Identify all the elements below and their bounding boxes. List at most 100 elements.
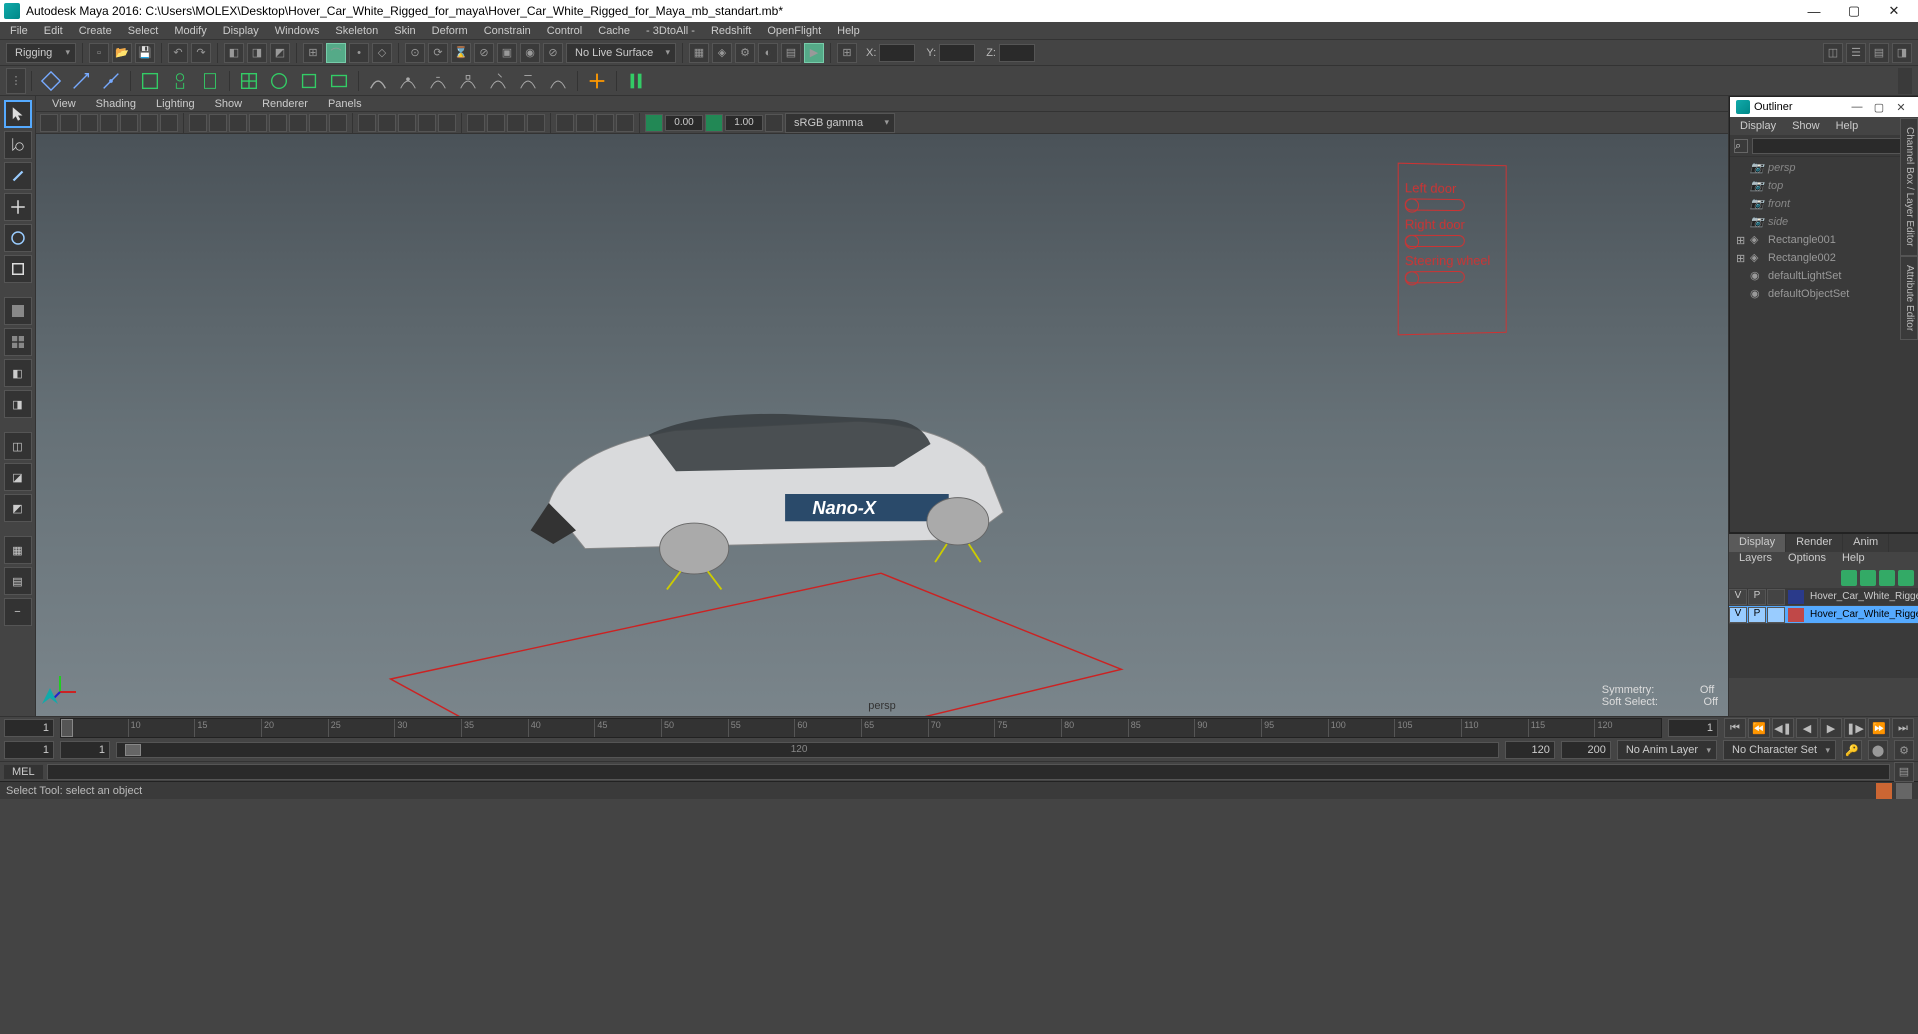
layer-menu-help[interactable]: Help xyxy=(1836,552,1871,568)
layer-moveup-icon[interactable] xyxy=(1841,570,1857,586)
skin-bind-icon[interactable] xyxy=(136,68,164,94)
history-off-icon[interactable]: ⊘ xyxy=(474,43,494,63)
hypershade-icon[interactable]: ◐ xyxy=(758,43,778,63)
paint-select-tool[interactable] xyxy=(4,162,32,190)
vmenu-show[interactable]: Show xyxy=(207,98,251,110)
vt-camera-icon[interactable] xyxy=(40,114,58,132)
render-view-icon[interactable]: ▤ xyxy=(781,43,801,63)
menu-deform[interactable]: Deform xyxy=(424,24,476,38)
shelf-scroll[interactable] xyxy=(1898,68,1912,94)
vt-gamma-icon[interactable] xyxy=(705,114,723,132)
vt-xray-icon[interactable] xyxy=(378,114,396,132)
coord-x-field[interactable] xyxy=(879,44,915,62)
vt-grid-icon[interactable] xyxy=(160,114,178,132)
layer-new-empty-icon[interactable] xyxy=(1879,570,1895,586)
menu-edit[interactable]: Edit xyxy=(36,24,71,38)
maximize-button[interactable]: ▢ xyxy=(1834,1,1874,21)
paint-weights-icon[interactable] xyxy=(196,68,224,94)
ik-spline-icon[interactable] xyxy=(97,68,125,94)
vt-filmgate-icon[interactable] xyxy=(100,114,118,132)
select-hierarchy-icon[interactable]: ◧ xyxy=(224,43,244,63)
layer-name[interactable]: Hover_Car_White_Rigged_C xyxy=(1806,609,1918,620)
panel-layout-icon[interactable]: ⊞ xyxy=(837,43,857,63)
layer-playback-toggle[interactable]: P xyxy=(1748,607,1766,623)
vt-aa-icon[interactable] xyxy=(329,114,347,132)
vt-misc9-icon[interactable] xyxy=(596,114,614,132)
vt-misc8-icon[interactable] xyxy=(576,114,594,132)
step-forward-button[interactable]: ❚▶ xyxy=(1844,718,1866,738)
vt-misc7-icon[interactable] xyxy=(556,114,574,132)
vt-misc4-icon[interactable] xyxy=(487,114,505,132)
vmenu-view[interactable]: View xyxy=(44,98,84,110)
modeling-toolkit-icon[interactable]: ◫ xyxy=(1823,43,1843,63)
layer-new-selected-icon[interactable] xyxy=(1898,570,1914,586)
layer-menu-options[interactable]: Options xyxy=(1782,552,1832,568)
vmenu-shading[interactable]: Shading xyxy=(88,98,144,110)
no-live-icon[interactable]: ⊘ xyxy=(543,43,563,63)
menu-display[interactable]: Display xyxy=(215,24,267,38)
menu-skin[interactable]: Skin xyxy=(386,24,423,38)
coord-y-field[interactable] xyxy=(939,44,975,62)
layer-tab-render[interactable]: Render xyxy=(1786,534,1843,552)
vt-bookmark-icon[interactable] xyxy=(60,114,78,132)
tool-settings-icon[interactable]: ◨ xyxy=(1892,43,1912,63)
save-scene-icon[interactable]: 💾 xyxy=(135,43,155,63)
vt-misc1-icon[interactable] xyxy=(418,114,436,132)
outliner-menu-help[interactable]: Help xyxy=(1830,120,1865,132)
status-misc-icon[interactable] xyxy=(1896,783,1912,799)
vt-shadow-icon[interactable] xyxy=(269,114,287,132)
step-forward-key-button[interactable]: ⏩ xyxy=(1868,718,1890,738)
layer-movedown-icon[interactable] xyxy=(1860,570,1876,586)
outliner-tree[interactable]: 📷persp 📷top 📷front 📷side ⊞◈Rectangle001 … xyxy=(1730,157,1918,532)
layout-four-icon[interactable] xyxy=(4,328,32,356)
outliner-menu-display[interactable]: Display xyxy=(1734,120,1782,132)
render-frame-icon[interactable]: ▦ xyxy=(689,43,709,63)
render-settings-icon[interactable]: ⚙ xyxy=(735,43,755,63)
live-surface-dropdown[interactable]: No Live Surface xyxy=(566,43,676,63)
cmd-language-label[interactable]: MEL xyxy=(4,765,43,779)
outliner-close-button[interactable]: ✕ xyxy=(1890,101,1912,114)
snap-point-icon[interactable]: • xyxy=(349,43,369,63)
hik-icon[interactable] xyxy=(622,68,650,94)
vt-shaded-icon[interactable] xyxy=(209,114,227,132)
outliner-minimize-button[interactable]: — xyxy=(1846,101,1868,113)
layer-name[interactable]: Hover_Car_White_Rigged xyxy=(1806,591,1918,602)
vt-tex-icon[interactable] xyxy=(229,114,247,132)
rig-control-panel[interactable]: Left door Right door Steering wheel xyxy=(1398,163,1507,336)
tab-attribute-editor[interactable]: Attribute Editor xyxy=(1900,256,1918,340)
script-editor-icon[interactable] xyxy=(1876,783,1892,799)
outliner-item-rectangle002[interactable]: ⊞◈Rectangle002 xyxy=(1730,249,1918,267)
colorspace-dropdown[interactable]: sRGB gamma xyxy=(785,113,895,133)
outliner-item-persp[interactable]: 📷persp xyxy=(1730,159,1918,177)
step-back-button[interactable]: ◀❚ xyxy=(1772,718,1794,738)
outliner-item-defaultlightset[interactable]: ◉defaultLightSet xyxy=(1730,267,1918,285)
menu-skeleton[interactable]: Skeleton xyxy=(327,24,386,38)
menu-cache[interactable]: Cache xyxy=(590,24,638,38)
vt-res-icon[interactable] xyxy=(120,114,138,132)
range-slider[interactable]: 120 xyxy=(116,742,1499,758)
frame-current-right[interactable]: 1 xyxy=(1668,719,1718,737)
undo-icon[interactable]: ↶ xyxy=(168,43,188,63)
outliner-item-side[interactable]: 📷side xyxy=(1730,213,1918,231)
outliner-menu-show[interactable]: Show xyxy=(1786,120,1826,132)
outliner-search-icon[interactable]: ⌕ xyxy=(1734,139,1748,153)
cmd-output-icon[interactable]: ▤ xyxy=(1894,762,1914,782)
ctrl-right-door-slider[interactable] xyxy=(1405,235,1465,247)
constraint-point-icon[interactable] xyxy=(394,68,422,94)
menu-file[interactable]: File xyxy=(2,24,36,38)
outliner-item-rectangle001[interactable]: ⊞◈Rectangle001 xyxy=(1730,231,1918,249)
layer-row-1[interactable]: V P Hover_Car_White_Rigged_C xyxy=(1729,606,1918,624)
layer-visible-toggle[interactable]: V xyxy=(1729,589,1747,605)
select-object-icon[interactable]: ◨ xyxy=(247,43,267,63)
redo-icon[interactable]: ↷ xyxy=(191,43,211,63)
constraint-misc-icon[interactable] xyxy=(544,68,572,94)
select-tool[interactable] xyxy=(4,100,32,128)
time-cursor[interactable] xyxy=(61,719,73,737)
rotate-tool[interactable] xyxy=(4,224,32,252)
goto-end-button[interactable]: ⏭ xyxy=(1892,718,1914,738)
layout-custom1-icon[interactable]: ▦ xyxy=(4,536,32,564)
frame-current-left[interactable]: 1 xyxy=(4,719,54,737)
layer-row-0[interactable]: V P Hover_Car_White_Rigged xyxy=(1729,588,1918,606)
layer-visible-toggle[interactable]: V xyxy=(1729,607,1747,623)
channel-box-icon[interactable]: ☰ xyxy=(1846,43,1866,63)
